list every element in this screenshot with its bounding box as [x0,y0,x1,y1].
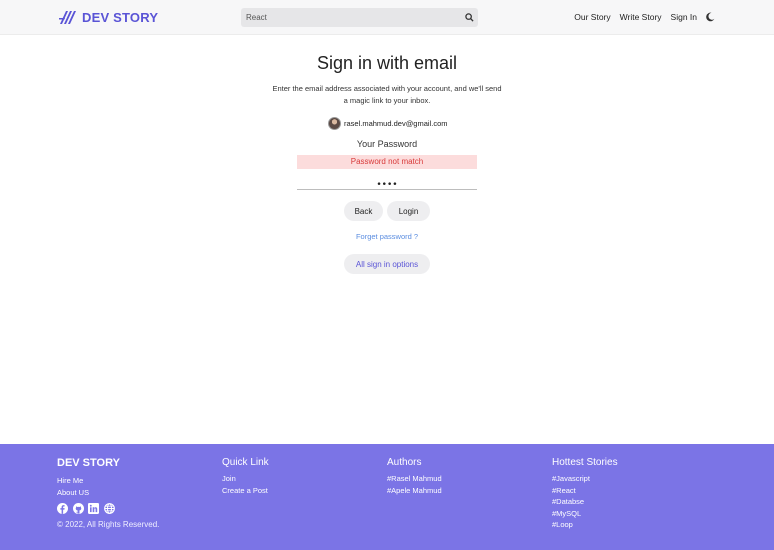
nav-sign-in[interactable]: Sign In [671,12,697,22]
password-label: Your Password [356,139,418,149]
linkedin-icon[interactable] [88,503,99,514]
footer-link-hire-me[interactable]: Hire Me [57,475,159,487]
search-input[interactable] [241,8,460,27]
footer-author-link[interactable]: #Apele Mahmud [387,485,442,497]
logo-icon [59,11,76,24]
nav-our-story[interactable]: Our Story [574,12,610,22]
forget-password-link[interactable]: Forget password ? [0,232,774,241]
brand-link[interactable]: DEV STORY [59,9,158,25]
password-field-wrapper [297,174,477,193]
footer-hottest-stories-column: Hottest Stories #Javascript #React #Data… [552,457,618,531]
avatar [328,117,341,130]
dark-mode-moon-icon[interactable] [705,12,715,22]
footer-link-join[interactable]: Join [222,473,269,485]
login-button[interactable]: Login [387,201,430,221]
footer-authors-column: Authors #Rasel Mahmud #Apele Mahmud [387,457,442,496]
footer-link-about-us[interactable]: About US [57,487,159,499]
user-email: rasel.mahmud.dev@gmail.com [344,119,448,128]
search-icon[interactable] [460,8,478,27]
globe-icon[interactable] [103,503,115,514]
footer-tag-link[interactable]: #Databse [552,496,618,508]
github-icon[interactable] [72,503,84,514]
search-bar [241,8,478,27]
brand-name: DEV STORY [82,9,159,25]
error-message: Password not match [297,155,477,169]
footer-authors-title: Authors [387,457,422,468]
footer: DEV STORY Hire Me About US © 2022, All R… [0,444,774,550]
footer-tag-link[interactable]: #Javascript [552,473,618,485]
nav-write-story[interactable]: Write Story [620,12,662,22]
page-title: Sign in with email [316,53,458,73]
nav-menu: Our Story Write Story Sign In [565,12,715,22]
password-input[interactable] [297,177,477,193]
footer-hottest-title: Hottest Stories [552,457,618,468]
footer-link-create-post[interactable]: Create a Post [222,485,269,497]
page-subtitle: Enter the email address associated with … [272,84,502,105]
footer-quick-links-column: Quick Link Join Create a Post [222,457,269,496]
footer-tag-link[interactable]: #Loop [552,519,618,531]
all-signin-options-button[interactable]: All sign in options [344,254,430,274]
footer-author-link[interactable]: #Rasel Mahmud [387,473,442,485]
back-button[interactable]: Back [344,201,383,221]
facebook-icon[interactable] [57,503,68,514]
footer-tag-link[interactable]: #MySQL [552,508,618,520]
social-links [57,503,159,514]
user-account: rasel.mahmud.dev@gmail.com [328,117,447,130]
footer-quick-link-title: Quick Link [222,457,269,468]
footer-tag-link[interactable]: #React [552,485,618,497]
copyright-text: © 2022, All Rights Reserved. [57,520,160,529]
footer-brand-column: DEV STORY Hire Me About US © 2022, All R… [57,457,159,529]
top-navbar: DEV STORY Our Story Write Story Sign In [0,0,774,35]
footer-brand: DEV STORY [57,457,120,469]
